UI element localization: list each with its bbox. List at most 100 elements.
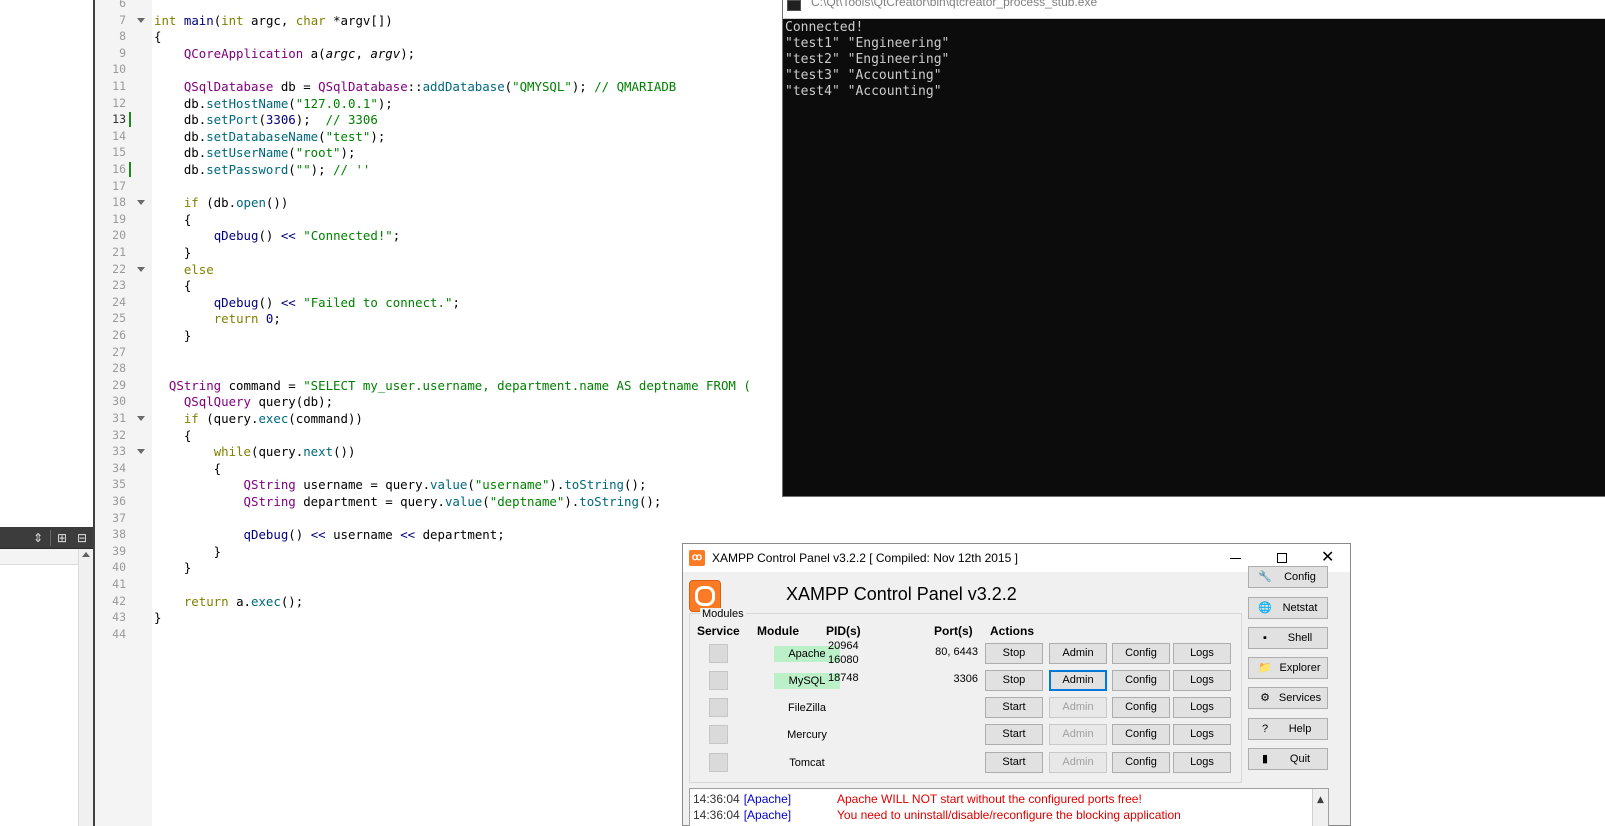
code-line[interactable]: if (query.exec(command)) <box>154 410 784 427</box>
fold-arrow-icon[interactable] <box>137 200 145 206</box>
side-button-label: Services <box>1278 692 1322 704</box>
code-line[interactable]: QString department = query.value("deptna… <box>154 493 784 510</box>
code-line[interactable] <box>154 360 784 377</box>
netstat-side-button[interactable]: 🌐 Netstat <box>1248 597 1328 619</box>
service-checkbox[interactable] <box>709 753 728 772</box>
code-line[interactable] <box>154 344 784 361</box>
logs-button[interactable]: Logs <box>1173 752 1231 773</box>
admin-button[interactable]: Admin <box>1049 643 1107 664</box>
xampp-log-panel[interactable]: 14:36:04 [Apache] Apache WILL NOT start wi… <box>689 788 1329 826</box>
code-line[interactable]: } <box>154 244 784 261</box>
line-number: 23 <box>112 278 126 293</box>
help-icon: ? <box>1261 723 1269 735</box>
line-number: 22 <box>112 261 126 276</box>
stop-button[interactable]: Stop <box>985 643 1043 664</box>
start-button[interactable]: Start <box>985 752 1043 773</box>
line-number: 41 <box>112 577 126 591</box>
service-checkbox[interactable] <box>709 725 728 744</box>
code-line[interactable]: { <box>154 211 784 228</box>
console-line: Connected! <box>785 20 864 35</box>
line-number: 21 <box>112 245 126 259</box>
xampp-window[interactable]: ꝏ XAMPP Control Panel v3.2.2 [ Compiled:… <box>682 543 1351 826</box>
service-checkbox[interactable] <box>709 671 728 690</box>
code-line[interactable] <box>154 178 784 195</box>
code-line[interactable]: qDebug() << "Connected!"; <box>154 227 784 244</box>
log-module: [Apache] <box>743 792 792 806</box>
explorer-side-button[interactable]: 📁 Explorer <box>1248 657 1328 679</box>
logs-button[interactable]: Logs <box>1173 724 1231 745</box>
minimize-icon <box>1230 558 1241 559</box>
code-line[interactable]: QSqlDatabase db = QSqlDatabase::addDatab… <box>154 78 784 95</box>
config-button[interactable]: Config <box>1112 724 1170 745</box>
code-line[interactable]: else <box>154 261 784 278</box>
code-line[interactable] <box>154 61 784 78</box>
close-panel-icon[interactable]: ⊟ <box>72 529 92 547</box>
fold-arrow-icon[interactable] <box>137 266 145 272</box>
code-line[interactable]: while(query.next()) <box>154 443 784 460</box>
scroll-up-icon[interactable]: ▲ <box>1317 795 1324 805</box>
line-number: 34 <box>112 460 126 475</box>
stop-button[interactable]: Stop <box>985 670 1043 691</box>
log-time: 14:36:04 <box>693 792 740 806</box>
module-ports: 3306 <box>953 673 978 685</box>
code-line[interactable]: QString username = query.value("username… <box>154 476 784 493</box>
log-scrollbar[interactable]: ▲ <box>1312 789 1328 826</box>
code-line[interactable]: db.setDatabaseName("test"); <box>154 128 784 145</box>
line-number-gutter: 6 7 8 9 10 11 12 13 14 15 16 17 18 19 20 21 22 23 24 25 26 27… <box>95 0 152 826</box>
code-line[interactable]: int main(int argc, char *argv[]) <box>154 12 784 29</box>
code-line[interactable]: return 0; <box>154 310 784 327</box>
service-checkbox[interactable] <box>709 644 728 663</box>
config-button[interactable]: Config <box>1112 670 1170 691</box>
start-button[interactable]: Start <box>985 724 1043 745</box>
code-line[interactable]: QString command = "SELECT my_user.userna… <box>154 377 784 394</box>
console-line: "test1" "Engineering" <box>785 36 950 51</box>
logs-button[interactable]: Logs <box>1173 670 1231 691</box>
quit-icon: ▮ <box>1261 753 1269 765</box>
shell-side-button[interactable]: ▪ Shell <box>1248 627 1328 649</box>
code-line[interactable]: } <box>154 327 784 344</box>
config-button[interactable]: Config <box>1112 697 1170 718</box>
scroll-up-icon[interactable] <box>82 552 90 557</box>
line-number: 20 <box>112 228 126 243</box>
code-line[interactable]: QCoreApplication a(argc, argv); <box>154 45 784 62</box>
code-line[interactable]: db.setPort(3306); // 3306 <box>154 111 784 128</box>
modules-group-label: Modules <box>700 608 746 620</box>
line-number: 32 <box>112 427 126 442</box>
logs-button[interactable]: Logs <box>1173 697 1231 718</box>
service-checkbox[interactable] <box>709 698 728 717</box>
console-window[interactable]: C:\Qt\Tools\QtCreator\bin\qtcreator_proc… <box>782 0 1605 497</box>
code-line[interactable]: db.setUserName("root"); <box>154 144 784 161</box>
code-line[interactable]: db.setHostName("127.0.0.1"); <box>154 95 784 112</box>
code-line[interactable]: { <box>154 277 784 294</box>
code-line[interactable]: { <box>154 460 784 477</box>
logs-button[interactable]: Logs <box>1173 643 1231 664</box>
console-titlebar[interactable]: C:\Qt\Tools\QtCreator\bin\qtcreator_proc… <box>783 0 1605 19</box>
globe-icon: 🌐 <box>1258 602 1272 614</box>
sort-arrows-icon[interactable]: ⇕ <box>28 529 48 547</box>
admin-button[interactable]: Admin <box>1049 670 1107 691</box>
code-line[interactable] <box>154 0 784 12</box>
line-number: 12 <box>112 95 126 110</box>
code-line[interactable]: if (db.open()) <box>154 194 784 211</box>
code-line[interactable]: { <box>154 427 784 444</box>
fold-arrow-icon[interactable] <box>137 17 145 23</box>
fold-arrow-icon[interactable] <box>137 416 145 421</box>
side-panel-scrollbar[interactable] <box>78 549 93 826</box>
split-view-icon[interactable]: ⊞ <box>52 529 72 547</box>
help-side-button[interactable]: ? Help <box>1248 718 1328 740</box>
fold-arrow-icon[interactable] <box>137 449 145 455</box>
log-message: You need to uninstall/disable/reconfigur… <box>837 808 1181 822</box>
services-side-button[interactable]: ⚙ Services <box>1248 687 1328 709</box>
config-side-button[interactable]: 🔧 Config <box>1248 566 1328 588</box>
config-button[interactable]: Config <box>1112 643 1170 664</box>
code-line[interactable]: db.setPassword(""); // '' <box>154 161 784 178</box>
start-button[interactable]: Start <box>985 697 1043 718</box>
code-line[interactable]: qDebug() << username << department; <box>154 526 784 543</box>
quit-side-button[interactable]: ▮ Quit <box>1248 748 1328 770</box>
admin-button: Admin <box>1049 697 1107 718</box>
code-line[interactable]: { <box>154 28 784 45</box>
config-button[interactable]: Config <box>1112 752 1170 773</box>
code-line[interactable]: QSqlQuery query(db); <box>154 393 784 410</box>
code-line[interactable] <box>154 510 784 527</box>
code-line[interactable]: qDebug() << "Failed to connect."; <box>154 294 784 311</box>
